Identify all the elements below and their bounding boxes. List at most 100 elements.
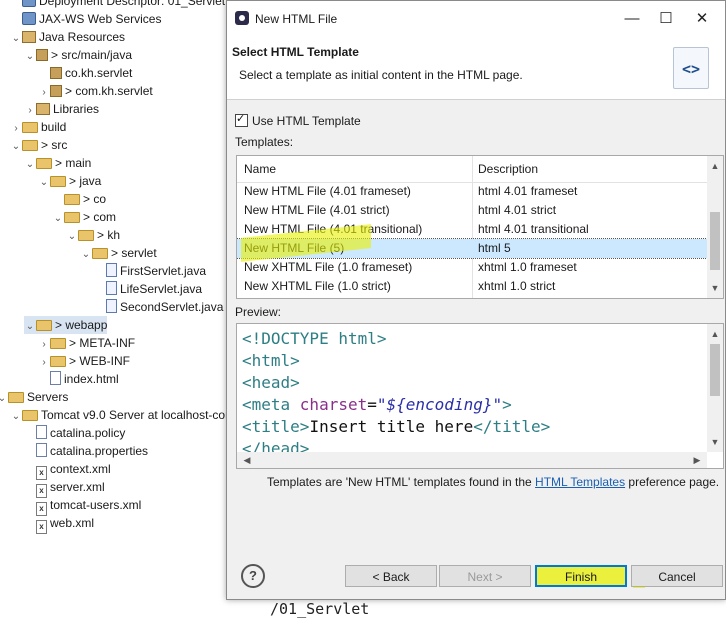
- tree-item[interactable]: › > WEB-INF: [38, 352, 130, 370]
- template-row[interactable]: New HTML File (4.01 strict) html 4.01 str…: [237, 201, 707, 220]
- scroll-down-icon[interactable]: ▼: [707, 434, 723, 450]
- tree-item[interactable]: Deployment Descriptor: 01_Servlet: [10, 0, 225, 10]
- template-description-cell: html 4.01 transitional: [478, 222, 589, 236]
- tree-item[interactable]: › Libraries: [24, 100, 99, 118]
- next-button[interactable]: Next >: [439, 565, 531, 587]
- tree-item[interactable]: SecondServlet.java: [94, 298, 223, 316]
- tree-item[interactable]: x context.xml: [24, 460, 111, 480]
- scrollbar-thumb[interactable]: [710, 212, 720, 270]
- tree-item-label: > java: [69, 174, 102, 188]
- web-icon: [22, 12, 36, 25]
- scroll-down-icon[interactable]: ▼: [707, 280, 723, 296]
- tree-item[interactable]: LifeServlet.java: [94, 280, 202, 298]
- html-templates-link[interactable]: HTML Templates: [535, 475, 625, 489]
- tree-item[interactable]: ⌄ > src/main/java: [24, 46, 132, 64]
- collapse-arrow-icon[interactable]: ⌄: [66, 228, 78, 246]
- tree-item[interactable]: > co: [52, 190, 106, 208]
- java-icon: [106, 281, 117, 295]
- template-preview-pane[interactable]: <!DOCTYPE html> <html> <head> <meta charset…: [236, 323, 724, 469]
- footer-note-text: Templates are 'New HTML' templates found…: [267, 475, 536, 489]
- wizard-page-title: Select HTML Template: [232, 45, 359, 59]
- code-token: >: [502, 395, 512, 414]
- back-button[interactable]: < Back: [345, 565, 437, 587]
- folder-icon: [36, 320, 52, 331]
- tree-item[interactable]: › build: [10, 118, 66, 136]
- tree-item[interactable]: index.html: [38, 370, 119, 388]
- code-token: <!DOCTYPE html>: [242, 329, 387, 348]
- scroll-left-icon[interactable]: ◀: [239, 452, 255, 468]
- tree-item-label: Libraries: [53, 102, 100, 116]
- checkbox-checked-icon[interactable]: [235, 112, 248, 127]
- close-button[interactable]: ✕: [687, 7, 717, 31]
- collapse-arrow-icon[interactable]: ⌄: [10, 30, 22, 48]
- code-line: <meta charset="${encoding}">: [242, 394, 550, 416]
- tree-item-label: Servers: [27, 390, 69, 404]
- finish-button[interactable]: Finish: [535, 565, 627, 587]
- tree-item[interactable]: › > META-INF: [38, 334, 135, 352]
- tree-item[interactable]: catalina.properties: [24, 442, 148, 460]
- template-description-cell: xhtml 1.0 frameset: [478, 260, 577, 274]
- tree-item[interactable]: ⌄ > servlet: [80, 244, 157, 262]
- scroll-up-icon[interactable]: ▲: [707, 326, 723, 342]
- collapse-arrow-icon[interactable]: ⌄: [10, 138, 22, 156]
- tree-item-label: > co: [83, 192, 107, 206]
- tree-item-label: build: [41, 120, 67, 134]
- collapse-arrow-icon[interactable]: ⌄: [24, 318, 36, 336]
- template-row[interactable]: New XHTML File (1.0 strict) xhtml 1.0 str…: [237, 277, 707, 296]
- tree-item-label: catalina.properties: [50, 444, 149, 458]
- code-line: <head>: [242, 372, 550, 394]
- folder-icon: [50, 338, 66, 349]
- folder-icon: [64, 194, 80, 205]
- minimize-button[interactable]: —: [617, 7, 647, 31]
- template-row[interactable]: New HTML File (4.01 frameset) html 4.01 f…: [237, 182, 707, 201]
- collapse-arrow-icon[interactable]: ⌄: [52, 210, 64, 228]
- tree-item[interactable]: ⌄ > webapp: [24, 316, 108, 336]
- help-icon[interactable]: ?: [241, 564, 265, 588]
- cancel-button[interactable]: Cancel: [631, 565, 723, 587]
- tree-item[interactable]: ⌄ > kh: [66, 226, 120, 244]
- tree-item[interactable]: x server.xml: [24, 478, 105, 498]
- tree-item-label: > META-INF: [69, 336, 136, 350]
- tree-item[interactable]: ⌄ Java Resources: [10, 28, 125, 46]
- tree-item[interactable]: › > com.kh.servlet: [38, 82, 153, 100]
- tree-item[interactable]: ⌄ > java: [38, 172, 102, 192]
- tree-item-label: tomcat-users.xml: [50, 498, 142, 512]
- collapse-arrow-icon[interactable]: ⌄: [10, 408, 22, 426]
- templates-vertical-scrollbar[interactable]: ▲ ▼: [707, 156, 723, 298]
- tree-item-label: server.xml: [50, 480, 105, 494]
- folder-icon: [64, 212, 80, 223]
- tree-item[interactable]: co.kh.servlet: [38, 64, 132, 82]
- tree-item[interactable]: x web.xml: [24, 514, 94, 534]
- tree-item[interactable]: FirstServlet.java: [94, 262, 206, 280]
- scroll-up-icon[interactable]: ▲: [707, 158, 723, 174]
- pkg-icon: [36, 49, 48, 61]
- tree-item[interactable]: ⌄ > main: [24, 154, 92, 174]
- column-header-description[interactable]: Description: [478, 162, 538, 176]
- tree-item[interactable]: x tomcat-users.xml: [24, 496, 142, 516]
- collapse-arrow-icon[interactable]: ⌄: [24, 48, 36, 66]
- preview-horizontal-scrollbar[interactable]: ◀ ▶: [237, 452, 707, 468]
- collapse-arrow-icon[interactable]: ⌄: [80, 246, 92, 264]
- java-icon: [106, 263, 117, 277]
- collapse-arrow-icon[interactable]: ⌄: [0, 390, 8, 408]
- collapse-arrow-icon[interactable]: ⌄: [38, 174, 50, 192]
- tree-item[interactable]: catalina.policy: [24, 424, 125, 442]
- templates-table[interactable]: Name Description New HTML File (4.01 fra…: [236, 155, 724, 299]
- scrollbar-thumb[interactable]: [710, 344, 720, 396]
- code-token: =: [367, 395, 377, 414]
- preview-vertical-scrollbar[interactable]: ▲ ▼: [707, 324, 723, 452]
- maximize-button[interactable]: ☐: [651, 7, 681, 31]
- tree-item[interactable]: ⌄ Tomcat v9.0 Server at localhost-config: [10, 406, 245, 426]
- tree-item[interactable]: ⌄ Servers: [0, 388, 68, 406]
- scroll-right-icon[interactable]: ▶: [689, 452, 705, 468]
- column-header-name[interactable]: Name: [244, 162, 276, 176]
- tree-item[interactable]: ⌄ > src: [10, 136, 68, 156]
- tree-item[interactable]: ⌄ > com: [52, 208, 116, 226]
- collapse-arrow-icon[interactable]: ⌄: [24, 156, 36, 174]
- template-description-cell: html 5: [478, 241, 511, 255]
- tree-item-label: > com.kh.servlet: [65, 84, 153, 98]
- use-html-template-checkbox[interactable]: Use HTML Template: [235, 112, 361, 128]
- code-line: <title>Insert title here</title>: [242, 416, 550, 438]
- template-row[interactable]: New XHTML File (1.0 frameset) xhtml 1.0 f…: [237, 258, 707, 277]
- tree-item[interactable]: JAX-WS Web Services: [10, 10, 161, 28]
